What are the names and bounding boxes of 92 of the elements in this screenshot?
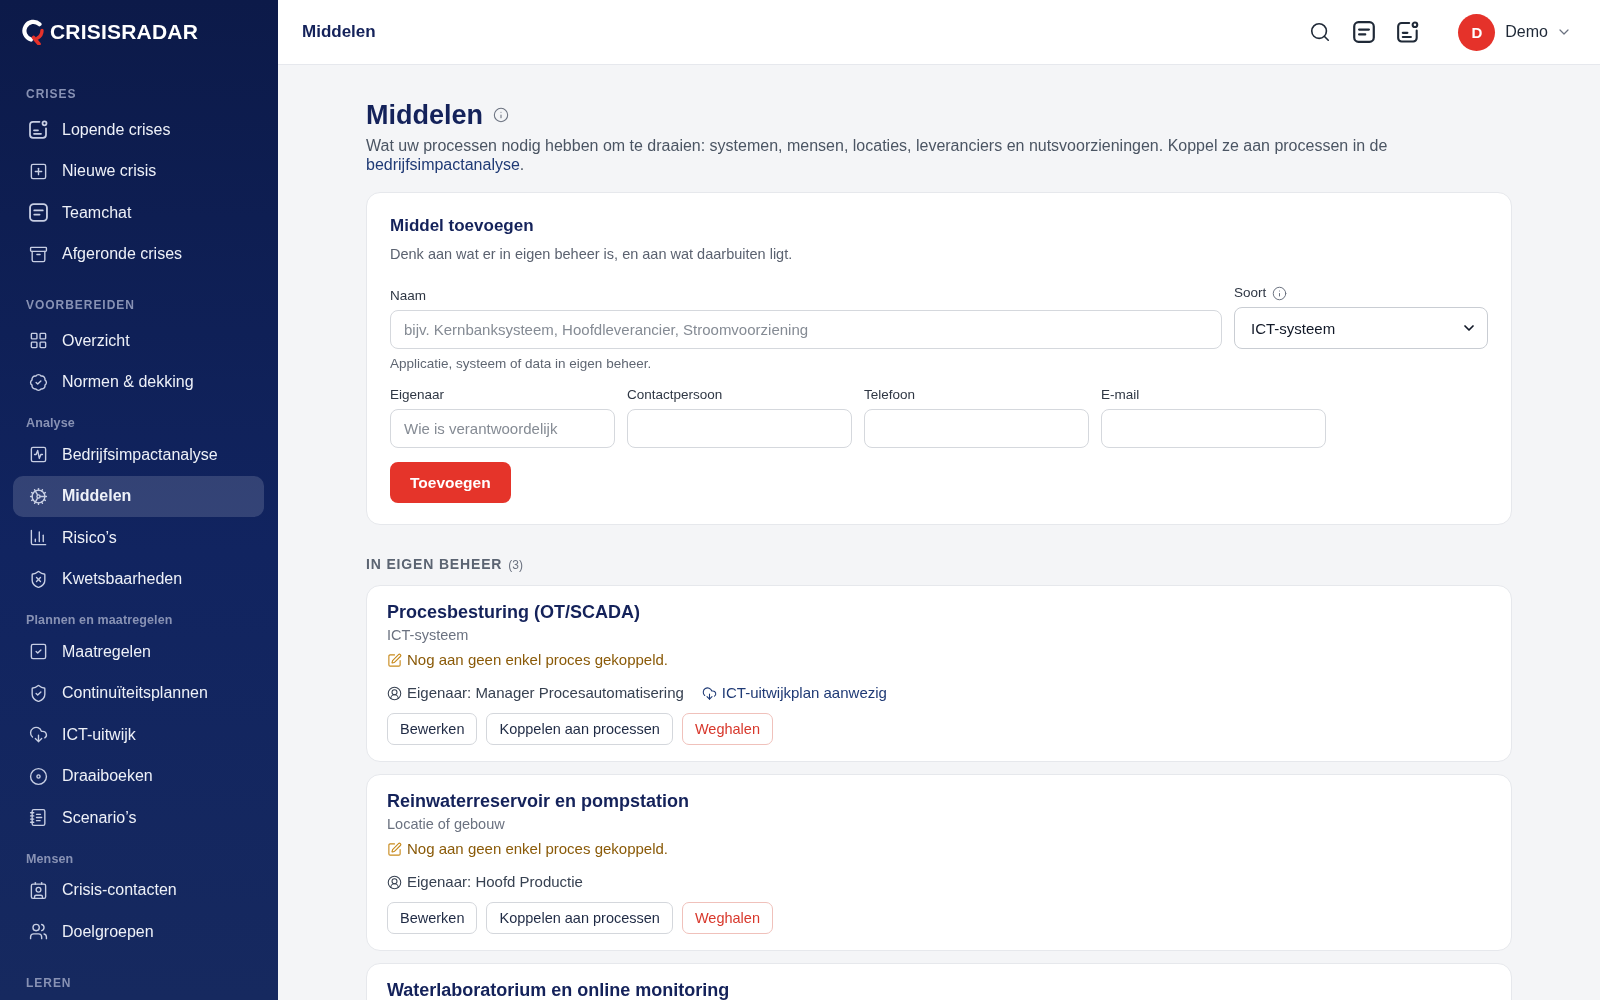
sidebar-item[interactable]: Maatregelen [13,631,264,673]
square-pen-icon [387,652,402,668]
square-pen-icon [387,841,402,857]
activity-square-icon [29,445,48,465]
resource-type: Locatie of gebouw [387,815,506,834]
logo-icon [22,19,45,45]
form-title: Middel toevoegen [390,215,535,236]
bar-chart-icon [29,528,48,548]
meta-text: Eigenaar: Manager Procesautomatisering [407,683,684,703]
warning-text: Nog aan geen enkel proces gekoppeld. [407,839,669,859]
sidebar-item[interactable]: Overzicht [13,320,264,362]
chat-icon[interactable] [1353,21,1376,43]
field-label: Soort [1234,284,1267,302]
grid-icon [29,331,48,351]
meta-text: ICT-uitwijkplan aanwezig [721,683,887,703]
cloud-download-icon [29,725,48,745]
nav-group-title: Mensen [26,850,75,867]
nav-group-title: VOORBEREIDEN [26,297,136,313]
user-circle-icon [387,685,402,701]
action-button[interactable]: Koppelen aan processen [486,713,673,745]
contact-card-icon [29,880,48,900]
input-field[interactable] [864,409,1089,448]
shield-check-icon [29,683,48,703]
cloud-download-icon [701,685,717,701]
input-field[interactable] [1101,409,1326,448]
field-label: Telefoon [864,386,917,404]
notebook-icon [29,808,48,828]
field-label: E-mail [1101,386,1141,404]
nav-group-title: LEREN [26,974,73,991]
archive-icon [29,244,48,264]
cog-icon [29,486,48,506]
top-bar-title: Middelen [302,22,376,42]
nav-group-title: Analyse [26,415,76,431]
sidebar-item[interactable]: Afgeronde crises [13,233,264,275]
user-avatar[interactable]: D [1458,13,1496,51]
check-square-icon [29,642,48,662]
section-title: IN EIGEN BEHEER [366,555,503,573]
sidebar-item[interactable]: Normen & dekking [13,361,264,403]
sidebar-item[interactable]: Lopende crises [13,109,264,151]
meta-text: Eigenaar: Hoofd Productie [407,872,583,892]
badge-check-icon [29,372,48,392]
sidebar-item[interactable]: Risico’s [13,517,264,559]
sidebar-item[interactable]: Draaiboeken [13,755,264,797]
form-subtitle: Denk aan wat er in eigen beheer is, en aan wat daarbuiten ligt. [390,245,794,264]
plus-square-icon [29,161,48,181]
page-title: Middelen [366,99,483,131]
nav-group-title: Plannen en maatregelen [26,612,174,628]
nav-group-title: CRISES [26,86,78,102]
page-description: Wat uw processen nodig hebben om te draaien: systemen, mensen, locaties, leveranciers en nutsvoorzieningen. Koppel ze aan processen in de bedrijfsimpactanalyse. [366,136,1389,174]
field-hint: Applicatie, systeem of data in eigen beheer. [390,355,653,373]
text-square-icon [29,203,48,223]
sidebar-item[interactable]: Scenario’s [13,797,264,839]
field-label: Naam [390,287,427,305]
sidebar-item[interactable]: Middelen [13,475,264,517]
section-count: (3) [508,558,523,572]
logo-text: CRISISRADAR [50,20,199,44]
info-icon[interactable] [493,107,509,123]
sidebar-item[interactable]: ICT-uitwijk [13,714,264,756]
type-select[interactable]: ICT-systeem [1234,307,1488,349]
user-name[interactable]: Demo [1505,23,1548,41]
input-field[interactable]: Wie is verantwoordelijk [390,409,615,448]
warning-text: Nog aan geen enkel proces gekoppeld. [407,650,669,670]
resource-title: Reinwaterreservoir en pompstation [387,790,691,812]
field-label: Contactpersoon [627,386,724,404]
sidebar-item[interactable]: Teamchat [13,192,264,234]
remove-button[interactable]: Weghalen [681,713,773,745]
user-circle-icon [387,874,402,890]
sidebar-item[interactable]: Kwetsbaarheden [13,558,264,600]
square-dot-icon [29,120,48,140]
disc-icon [29,766,48,786]
notification-icon[interactable] [1397,21,1420,43]
resource-type: ICT-systeem [387,626,470,645]
resource-title: Waterlaboratorium en online monitoring [387,979,731,1000]
action-button[interactable]: Koppelen aan processen [486,902,673,934]
name-input[interactable]: bijv. Kernbanksysteem, Hoofdleverancier, Stroomvoorziening [390,310,1222,349]
sidebar-item[interactable]: Doelgroepen [13,911,264,953]
action-button[interactable]: Bewerken [387,713,478,745]
analysis-link[interactable]: bedrijfsimpactanalyse [366,156,520,173]
users-icon [29,922,48,942]
resource-title: Procesbesturing (OT/SCADA) [387,601,642,623]
input-field[interactable] [627,409,852,448]
add-button[interactable]: Toevoegen [390,462,511,503]
shield-x-icon [29,569,48,589]
search-icon[interactable] [1309,21,1332,43]
info-icon[interactable] [1272,285,1288,301]
sidebar-item[interactable]: Nieuwe crisis [13,150,264,192]
sidebar-item[interactable]: Crisis-contacten [13,869,264,911]
remove-button[interactable]: Weghalen [681,902,773,934]
sidebar-item[interactable]: Continuïteitsplannen [13,672,264,714]
sidebar-item[interactable]: Bedrijfsimpactanalyse [13,434,264,476]
field-label: Eigenaar [390,386,446,404]
action-button[interactable]: Bewerken [387,902,478,934]
